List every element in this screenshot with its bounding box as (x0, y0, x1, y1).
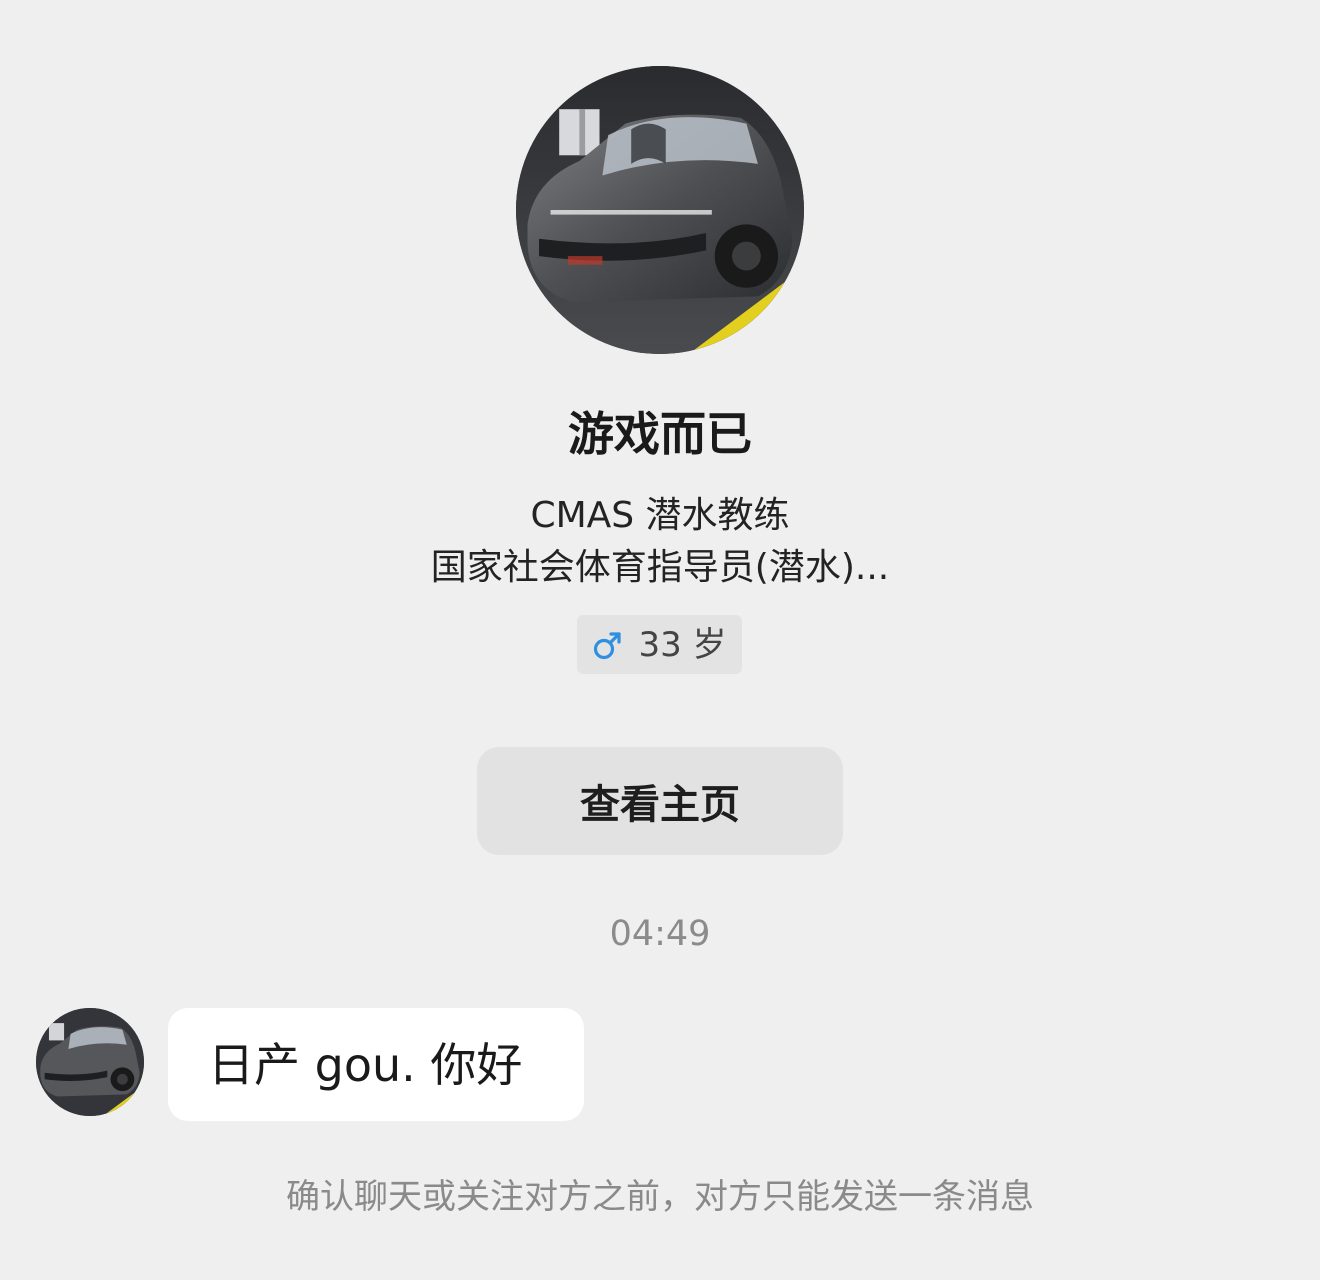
message-limit-notice: 确认聊天或关注对方之前，对方只能发送一条消息 (286, 1177, 1034, 1217)
bio-line-2: 国家社会体育指导员(潜水)... (430, 547, 890, 588)
profile-bio: CMAS 潜水教练 国家社会体育指导员(潜水)... (0, 490, 1320, 594)
car-photo-icon (36, 1008, 144, 1116)
message-bubble[interactable]: 日产 gou. 你好 (168, 1008, 584, 1121)
age-label: 33 岁 (638, 624, 727, 665)
gender-age-tag: 33 岁 (577, 615, 742, 674)
view-profile-button[interactable]: 查看主页 (477, 747, 843, 855)
male-symbol-icon (594, 631, 622, 659)
message-text: 日产 gou. 你好 (208, 1037, 523, 1092)
bio-line-1: CMAS 潜水教练 (530, 495, 790, 536)
car-photo-icon (516, 66, 804, 354)
message-timestamp: 04:49 (609, 914, 711, 954)
profile-avatar[interactable] (516, 66, 804, 354)
sender-avatar[interactable] (36, 1008, 144, 1116)
profile-name: 游戏而已 (568, 407, 752, 461)
